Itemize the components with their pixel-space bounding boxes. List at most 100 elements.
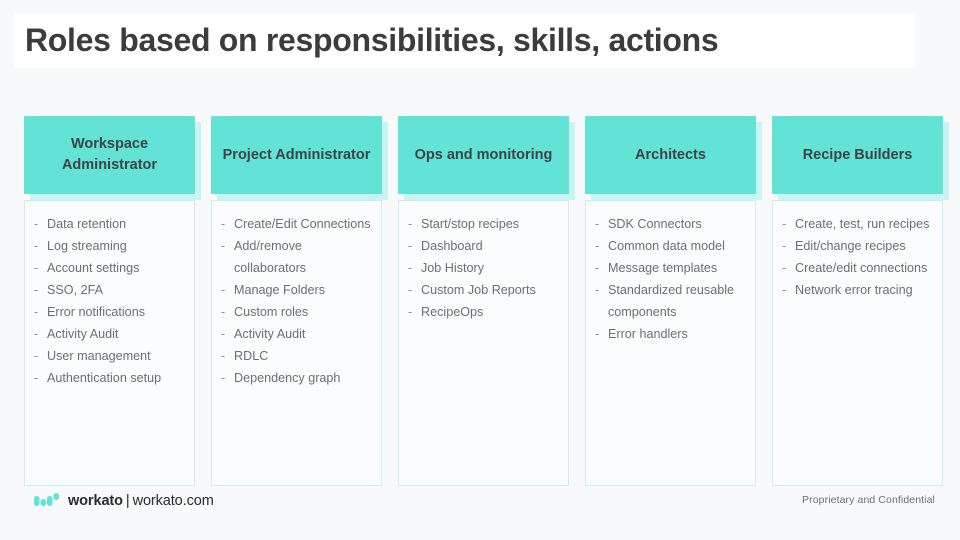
column-header-label: Architects — [635, 146, 706, 163]
dash-bullet-icon: - — [34, 371, 39, 385]
list-item-label: Dependency graph — [234, 371, 341, 385]
list-item-label: Authentication setup — [47, 371, 162, 385]
dash-bullet-icon: - — [221, 371, 226, 385]
role-column-recipe-builders: Recipe Builders - Create, test, run recip… — [772, 116, 943, 486]
list-item: - Edit/change recipes — [782, 235, 934, 257]
list-item-label: Edit/change recipes — [795, 239, 906, 253]
list-item-label: Data retention — [47, 217, 127, 231]
list-item-label: RDLC — [234, 349, 269, 363]
list-item-label: Common data model — [608, 239, 725, 253]
role-column-workspace-administrator: Workspace Administrator - Data retention … — [24, 116, 195, 486]
column-body-workspace-administrator: - Data retention - Log streaming - Account … — [24, 200, 195, 486]
dash-bullet-icon: - — [221, 239, 226, 253]
list-item: - Manage Folders — [221, 279, 373, 301]
list-item: - Error handlers — [595, 323, 747, 345]
dash-bullet-icon: - — [34, 261, 39, 275]
dash-bullet-icon: - — [408, 305, 413, 319]
list-item: - Dashboard — [408, 235, 560, 257]
list-item: - Error notifications — [34, 301, 186, 323]
page-title: Roles based on responsibilities, skills,… — [25, 21, 719, 58]
list-item: - Account settings — [34, 257, 186, 279]
list-item-label: User management — [47, 349, 151, 363]
list-item-label: Network error tracing — [795, 283, 913, 297]
dash-bullet-icon: - — [34, 239, 39, 253]
list-item-label: Custom roles — [234, 305, 309, 319]
dash-bullet-icon: - — [34, 305, 39, 319]
list-item-label: Add/remove collaborators — [234, 239, 307, 275]
dash-bullet-icon: - — [408, 283, 413, 297]
dash-bullet-icon: - — [34, 283, 39, 297]
list-item-label: SDK Connectors — [608, 217, 702, 231]
column-body-project-administrator: - Create/Edit Connections - Add/remove col… — [211, 200, 382, 486]
list-item: - Message templates — [595, 257, 747, 279]
list-item: - Job History — [408, 257, 560, 279]
list-item: - SSO, 2FA — [34, 279, 186, 301]
list-item-label: Message templates — [608, 261, 718, 275]
dash-bullet-icon: - — [782, 239, 787, 253]
list-item-label: Activity Audit — [47, 327, 119, 341]
dash-bullet-icon: - — [782, 261, 787, 275]
column-header-project-administrator: Project Administrator — [211, 116, 382, 194]
list-item-label: Create/Edit Connections — [234, 217, 371, 231]
dash-bullet-icon: - — [595, 283, 600, 297]
list-item: - Start/stop recipes — [408, 213, 560, 235]
list-item-label: RecipeOps — [421, 305, 484, 319]
title-band: Roles based on responsibilities, skills,… — [14, 13, 915, 68]
brand-website: workato.com — [132, 492, 214, 509]
role-column-project-administrator: Project Administrator - Create/Edit Conne… — [211, 116, 382, 486]
responsibility-list: - SDK Connectors - Common data model - Mess… — [595, 213, 747, 345]
slide-footer: workato | workato.com Proprietary and Conf… — [0, 488, 960, 528]
dash-bullet-icon: - — [408, 261, 413, 275]
dash-bullet-icon: - — [408, 239, 413, 253]
list-item: - Activity Audit — [34, 323, 186, 345]
column-header-recipe-builders: Recipe Builders — [772, 116, 943, 194]
dash-bullet-icon: - — [221, 217, 226, 231]
list-item: - Activity Audit — [221, 323, 373, 345]
list-item-label: Activity Audit — [234, 327, 306, 341]
column-header-architects: Architects — [585, 116, 756, 194]
dash-bullet-icon: - — [782, 217, 787, 231]
dash-bullet-icon: - — [408, 217, 413, 231]
list-item: - Log streaming — [34, 235, 186, 257]
brand-text: workato | workato.com — [68, 493, 214, 509]
list-item: - Create, test, run recipes — [782, 213, 934, 235]
list-item-label: Manage Folders — [234, 283, 326, 297]
responsibility-list: - Create/Edit Connections - Add/remove col… — [221, 213, 373, 389]
dash-bullet-icon: - — [595, 327, 600, 341]
responsibility-list: - Start/stop recipes - Dashboard - Job Hist… — [408, 213, 560, 323]
list-item-label: Standardized reusable components — [608, 283, 735, 319]
list-item-label: Error handlers — [608, 327, 688, 341]
slide: Roles based on responsibilities, skills,… — [0, 0, 960, 540]
list-item-label: Start/stop recipes — [421, 217, 519, 231]
dash-bullet-icon: - — [34, 217, 39, 231]
list-item: - Create/Edit Connections — [221, 213, 373, 235]
dash-bullet-icon: - — [221, 327, 226, 341]
column-header-label: Ops and monitoring — [414, 146, 553, 163]
list-item: - Authentication setup — [34, 367, 186, 389]
dash-bullet-icon: - — [782, 283, 787, 297]
responsibility-list: - Create, test, run recipes - Edit/change … — [782, 213, 934, 301]
dash-bullet-icon: - — [595, 261, 600, 275]
role-columns: Workspace Administrator - Data retention … — [24, 116, 945, 486]
list-item-label: Error notifications — [47, 305, 145, 319]
list-item: - RecipeOps — [408, 301, 560, 323]
list-item-label: Custom Job Reports — [421, 283, 536, 297]
list-item-label: Job History — [421, 261, 484, 275]
list-item: - RDLC — [221, 345, 373, 367]
column-body-ops-and-monitoring: - Start/stop recipes - Dashboard - Job Hist… — [398, 200, 569, 486]
column-header-ops-and-monitoring: Ops and monitoring — [398, 116, 569, 194]
list-item: - Standardized reusable components — [595, 279, 747, 323]
dash-bullet-icon: - — [34, 349, 39, 363]
list-item: - Create/edit connections — [782, 257, 934, 279]
column-body-architects: - SDK Connectors - Common data model - Mess… — [585, 200, 756, 486]
list-item: - Custom roles — [221, 301, 373, 323]
column-header-label: Project Administrator — [222, 146, 371, 163]
role-column-architects: Architects - SDK Connectors - Common data … — [585, 116, 756, 486]
column-body-recipe-builders: - Create, test, run recipes - Edit/change … — [772, 200, 943, 486]
list-item: - SDK Connectors — [595, 213, 747, 235]
dash-bullet-icon: - — [221, 305, 226, 319]
responsibility-list: - Data retention - Log streaming - Account … — [34, 213, 186, 389]
dash-bullet-icon: - — [221, 283, 226, 297]
column-header-label: Workspace Administrator — [61, 136, 158, 173]
brand-name: workato — [68, 492, 123, 509]
